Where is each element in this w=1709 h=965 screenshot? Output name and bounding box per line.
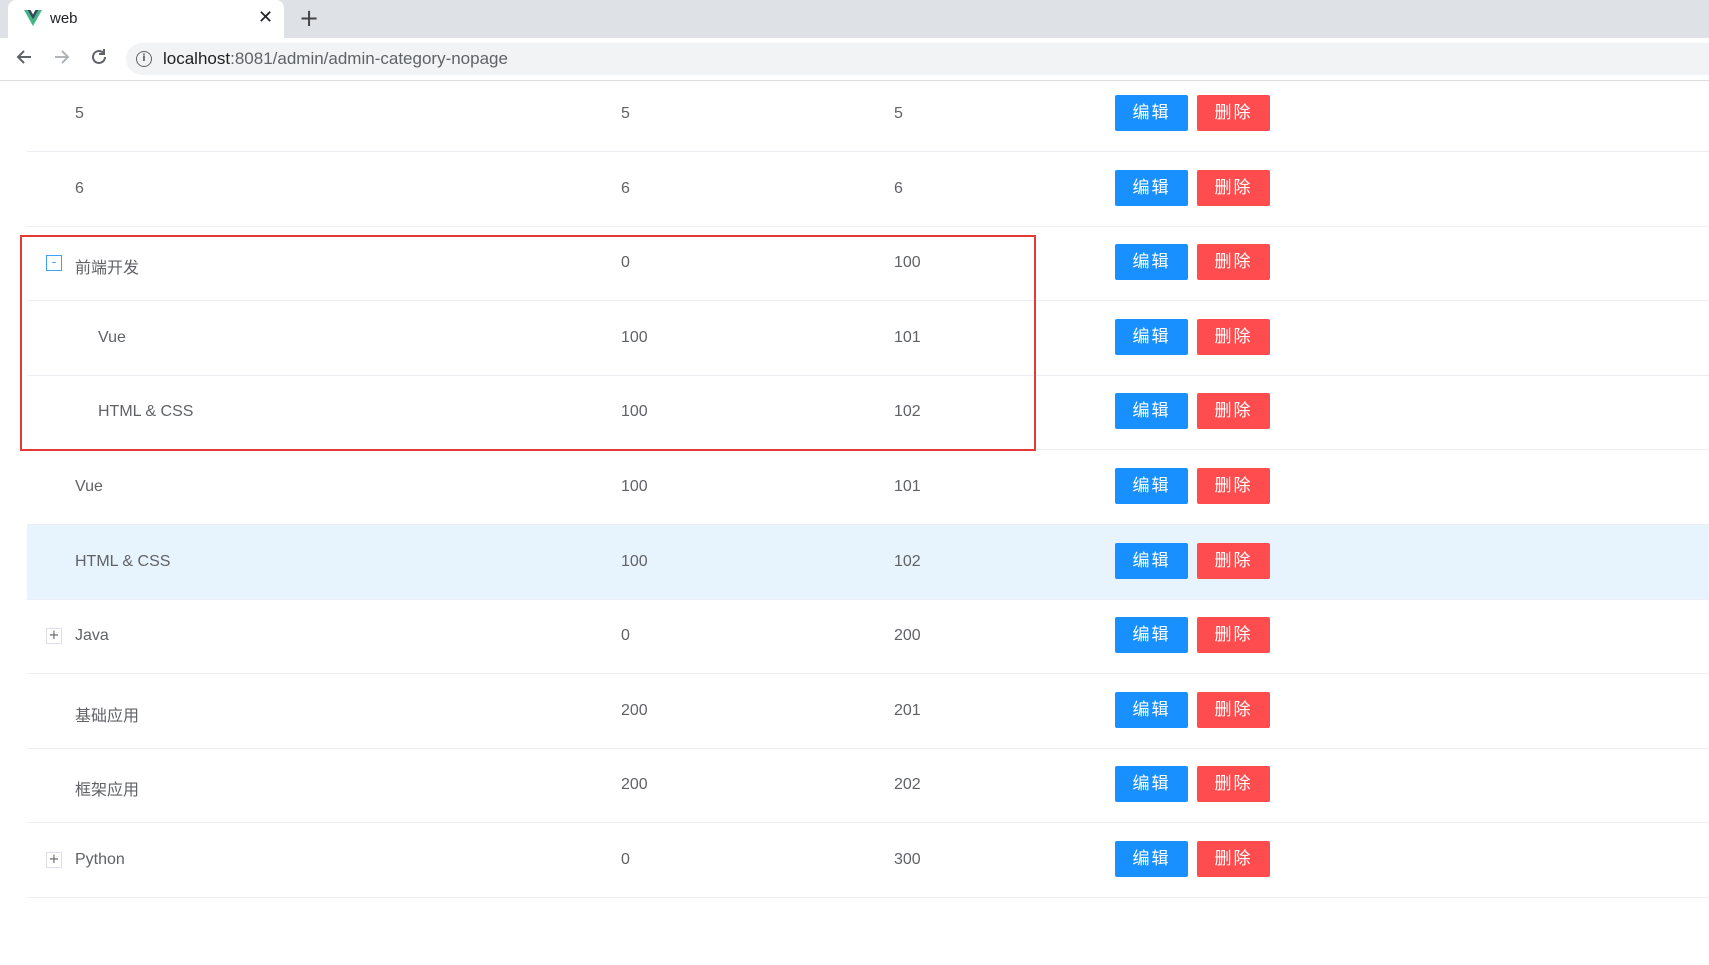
table-row[interactable]: 框架应用 200 202 编辑 删除 <box>27 748 1709 824</box>
category-name: Python <box>75 851 125 868</box>
parent-id: 0 <box>621 627 630 645</box>
tab-close-icon[interactable]: ✕ <box>258 8 273 28</box>
url-host: localhost <box>163 49 231 68</box>
table-row[interactable]: Vue 100 101 编辑 删除 <box>27 450 1709 525</box>
edit-button[interactable]: 编辑 <box>1115 617 1188 654</box>
delete-button[interactable]: 删除 <box>1197 617 1270 654</box>
delete-button[interactable]: 删除 <box>1197 766 1270 803</box>
back-icon[interactable] <box>14 47 34 71</box>
delete-button[interactable]: 删除 <box>1197 244 1270 281</box>
edit-button[interactable]: 编辑 <box>1115 169 1188 206</box>
sort-value: 202 <box>894 776 921 794</box>
sort-value: 5 <box>894 105 903 122</box>
sort-value: 200 <box>894 627 921 645</box>
edit-button[interactable]: 编辑 <box>1115 841 1188 877</box>
category-name: Vue <box>75 478 103 495</box>
parent-id: 100 <box>621 478 648 495</box>
url-text[interactable]: localhost:8081/admin/admin-category-nopa… <box>163 49 508 69</box>
expand-icon[interactable]: + <box>46 628 62 645</box>
browser-toolbar: i localhost:8081/admin/admin-category-no… <box>0 38 1709 81</box>
parent-id: 200 <box>621 776 648 794</box>
sort-value: 6 <box>894 179 903 197</box>
table-row[interactable]: + Java 0 200 编辑 删除 <box>27 599 1709 675</box>
tab-title: web <box>50 10 78 27</box>
browser-tab[interactable]: web ✕ <box>8 0 284 38</box>
table-row[interactable]: 基础应用 200 201 编辑 删除 <box>27 674 1709 749</box>
sort-value: 300 <box>894 851 921 868</box>
edit-button[interactable]: 编辑 <box>1115 95 1188 131</box>
edit-button[interactable]: 编辑 <box>1115 766 1188 803</box>
edit-button[interactable]: 编辑 <box>1115 318 1188 355</box>
edit-button[interactable]: 编辑 <box>1115 542 1188 579</box>
delete-button[interactable]: 删除 <box>1197 393 1270 430</box>
edit-button[interactable]: 编辑 <box>1115 691 1188 728</box>
category-name: 5 <box>75 105 84 122</box>
sort-value: 101 <box>894 478 921 495</box>
parent-id: 6 <box>621 179 630 197</box>
annotation-box <box>20 235 1036 451</box>
browser-tab-strip: web ✕ + <box>0 0 1709 38</box>
edit-button[interactable]: 编辑 <box>1115 244 1188 281</box>
parent-id: 100 <box>621 552 648 570</box>
category-name: 6 <box>75 179 84 197</box>
parent-id: 200 <box>621 701 648 719</box>
table-row[interactable]: 5 5 5 编辑 删除 <box>27 77 1709 152</box>
category-name: HTML & CSS <box>75 552 171 570</box>
category-name: 基础应用 <box>75 707 140 725</box>
edit-button[interactable]: 编辑 <box>1115 393 1188 430</box>
url-path: :8081/admin/admin-category-nopage <box>230 49 508 68</box>
sort-value: 201 <box>894 701 921 719</box>
category-name: Java <box>75 627 109 645</box>
reload-icon[interactable] <box>89 47 109 71</box>
site-info-icon[interactable]: i <box>136 51 152 67</box>
delete-button[interactable]: 删除 <box>1197 169 1270 206</box>
parent-id: 0 <box>621 851 630 868</box>
category-name: 框架应用 <box>75 782 140 800</box>
delete-button[interactable]: 删除 <box>1197 468 1270 504</box>
sort-value: 102 <box>894 552 921 570</box>
delete-button[interactable]: 删除 <box>1197 691 1270 728</box>
expand-icon[interactable]: + <box>46 852 62 868</box>
delete-button[interactable]: 删除 <box>1197 542 1270 579</box>
new-tab-icon[interactable]: + <box>299 5 319 31</box>
edit-button[interactable]: 编辑 <box>1115 468 1188 504</box>
table-row[interactable]: + Python 0 300 编辑 删除 <box>27 823 1709 898</box>
delete-button[interactable]: 删除 <box>1197 95 1270 131</box>
table-row[interactable]: HTML & CSS 100 102 编辑 删除 <box>27 524 1709 600</box>
address-bar[interactable]: i localhost:8081/admin/admin-category-no… <box>126 43 1709 75</box>
parent-id: 5 <box>621 105 630 122</box>
delete-button[interactable]: 删除 <box>1197 841 1270 877</box>
vue-logo-icon <box>24 10 42 26</box>
table-row[interactable]: 6 6 6 编辑 删除 <box>27 152 1709 227</box>
delete-button[interactable]: 删除 <box>1197 318 1270 355</box>
forward-icon[interactable] <box>52 47 72 71</box>
